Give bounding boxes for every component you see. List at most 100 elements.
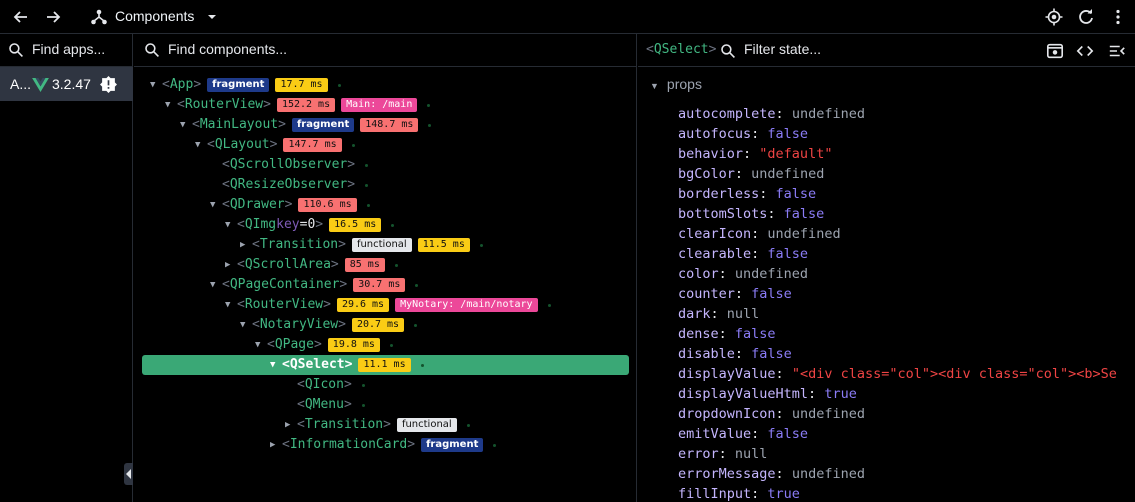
expand-caret-icon[interactable]: ▼ (165, 95, 177, 115)
prop-value[interactable]: null (735, 446, 768, 462)
prop-value[interactable]: null (727, 306, 760, 322)
expand-caret-icon[interactable]: ▼ (180, 115, 192, 135)
app-list-item[interactable]: A... 3.2.47 (0, 67, 133, 101)
prop-value[interactable]: false (776, 186, 817, 202)
more-vertical-icon[interactable] (1108, 7, 1128, 27)
forward-arrow-icon[interactable] (43, 7, 63, 27)
prop-row[interactable]: displayValueHtml: true (678, 384, 1135, 404)
prop-value[interactable]: false (767, 246, 808, 262)
prop-row[interactable]: bgColor: undefined (678, 164, 1135, 184)
tree-node[interactable]: ▼ < App > fragment 17.7 ms (134, 75, 637, 95)
tree-node[interactable]: < QIcon > (134, 375, 637, 395)
prop-row[interactable]: dropdownIcon: undefined (678, 404, 1135, 424)
component-name: MainLayout (199, 117, 279, 132)
props-list: autocomplete: undefined autofocus: false b… (678, 104, 1135, 502)
collapsed-caret-icon[interactable]: ▶ (240, 235, 252, 255)
prop-value[interactable]: false (735, 326, 776, 342)
prop-value[interactable]: undefined (792, 466, 865, 482)
back-arrow-icon[interactable] (11, 7, 31, 27)
component-name: QDrawer (229, 197, 285, 212)
tree-node[interactable]: ▼ < QPageContainer >30.7 ms (134, 275, 637, 295)
prop-row[interactable]: dense: false (678, 324, 1135, 344)
expand-caret-icon[interactable]: ▼ (240, 315, 252, 335)
prop-row[interactable]: errorMessage: undefined (678, 464, 1135, 484)
expand-caret-icon[interactable]: ▼ (150, 75, 162, 95)
prop-value[interactable]: false (751, 286, 792, 302)
expand-caret-icon[interactable]: ▼ (210, 275, 222, 295)
prop-value[interactable]: undefined (751, 166, 824, 182)
tree-node[interactable]: ▶ < QScrollArea >85 ms (134, 255, 637, 275)
prop-row[interactable]: dark: null (678, 304, 1135, 324)
timing-badge: 11.1 ms (358, 358, 411, 372)
bracket-close: > (263, 97, 271, 112)
prop-row[interactable]: color: undefined (678, 264, 1135, 284)
prop-value[interactable]: false (767, 426, 808, 442)
tree-node[interactable]: < QResizeObserver > (134, 175, 637, 195)
collapsed-caret-icon[interactable]: ▶ (270, 435, 282, 455)
apps-search[interactable]: Find apps... (0, 34, 133, 67)
prop-value[interactable]: true (824, 386, 857, 402)
components-search[interactable]: Find components... (134, 34, 637, 67)
expand-caret-icon[interactable]: ▼ (225, 295, 237, 315)
tree-node[interactable]: ▼ < QDrawer >110.6 ms (134, 195, 637, 215)
tree-node[interactable]: ▼ < QLayout >147.7 ms (134, 135, 637, 155)
expand-caret-icon[interactable]: ▼ (225, 215, 237, 235)
prop-row[interactable]: autocomplete: undefined (678, 104, 1135, 124)
prop-row[interactable]: borderless: false (678, 184, 1135, 204)
tree-node[interactable]: ▼ < NotaryView >20.7 ms (134, 315, 637, 335)
prop-value[interactable]: undefined (792, 406, 865, 422)
tree-node-selected[interactable]: ▼ < QSelect >11.1 ms (142, 355, 629, 375)
prop-row[interactable]: clearable: false (678, 244, 1135, 264)
collapse-panel-button[interactable] (124, 463, 133, 485)
prop-row[interactable]: bottomSlots: false (678, 204, 1135, 224)
prop-value[interactable]: false (784, 206, 825, 222)
tree-node[interactable]: ▶ < InformationCard > fragment (134, 435, 637, 455)
collapse-list-icon[interactable] (1108, 42, 1126, 60)
tree-node[interactable]: < QMenu > (134, 395, 637, 415)
tree-node[interactable]: ▼ < QPage >19.8 ms (134, 335, 637, 355)
expand-caret-icon[interactable]: ▼ (270, 355, 282, 375)
prop-row[interactable]: counter: false (678, 284, 1135, 304)
warning-icon[interactable] (100, 76, 117, 93)
prop-value[interactable]: undefined (767, 226, 840, 242)
expand-caret-icon[interactable]: ▼ (210, 195, 222, 215)
prop-row[interactable]: fillInput: true (678, 484, 1135, 502)
expand-caret-icon[interactable]: ▼ (195, 135, 207, 155)
chevron-down-icon[interactable] (202, 7, 222, 27)
tree-node[interactable]: ▶ < Transition > functional (134, 415, 637, 435)
refresh-icon[interactable] (1076, 7, 1096, 27)
prop-row[interactable]: error: null (678, 444, 1135, 464)
components-search-input[interactable]: Find components... (168, 41, 287, 57)
tree-node[interactable]: ▶ < Transition > functional 11.5 ms (134, 235, 637, 255)
prop-row[interactable]: emitValue: false (678, 424, 1135, 444)
prop-value[interactable]: undefined (792, 106, 865, 122)
prop-value[interactable]: false (767, 126, 808, 142)
tree-node[interactable]: ▼ < RouterView >29.6 ms MyNotary: /main/nota… (134, 295, 637, 315)
route-badge: Main: /main (341, 98, 418, 112)
bracket-open: < (222, 177, 230, 192)
prop-value[interactable]: "default" (759, 146, 832, 162)
prop-value[interactable]: undefined (735, 266, 808, 282)
apps-search-input[interactable]: Find apps... (32, 41, 105, 57)
collapsed-caret-icon[interactable]: ▶ (285, 415, 297, 435)
prop-value[interactable]: "<div class="col"><div class="col"><b>Se (792, 366, 1117, 382)
prop-row[interactable]: clearIcon: undefined (678, 224, 1135, 244)
prop-row[interactable]: behavior: "default" (678, 144, 1135, 164)
filter-state-input[interactable]: Filter state... (744, 41, 821, 57)
prop-value[interactable]: true (767, 486, 800, 502)
tree-node[interactable]: ▼ < RouterView >152.2 ms Main: /main (134, 95, 637, 115)
prop-row[interactable]: disable: false (678, 344, 1135, 364)
code-icon[interactable] (1076, 42, 1094, 60)
prop-row[interactable]: displayValue: "<div class="col"><div cla… (678, 364, 1135, 384)
tree-node[interactable]: < QScrollObserver > (134, 155, 637, 175)
props-section-header[interactable]: ▼ props (650, 76, 702, 92)
target-select-icon[interactable] (1044, 7, 1064, 27)
page-title[interactable]: Components (115, 8, 194, 24)
prop-row[interactable]: autofocus: false (678, 124, 1135, 144)
inspect-dom-icon[interactable] (1046, 42, 1064, 60)
expand-caret-icon[interactable]: ▼ (255, 335, 267, 355)
collapsed-caret-icon[interactable]: ▶ (225, 255, 237, 275)
tree-node[interactable]: ▼ < MainLayout > fragment 148.7 ms (134, 115, 637, 135)
tree-node[interactable]: ▼ < QImg key =0 >16.5 ms (134, 215, 637, 235)
prop-value[interactable]: false (751, 346, 792, 362)
